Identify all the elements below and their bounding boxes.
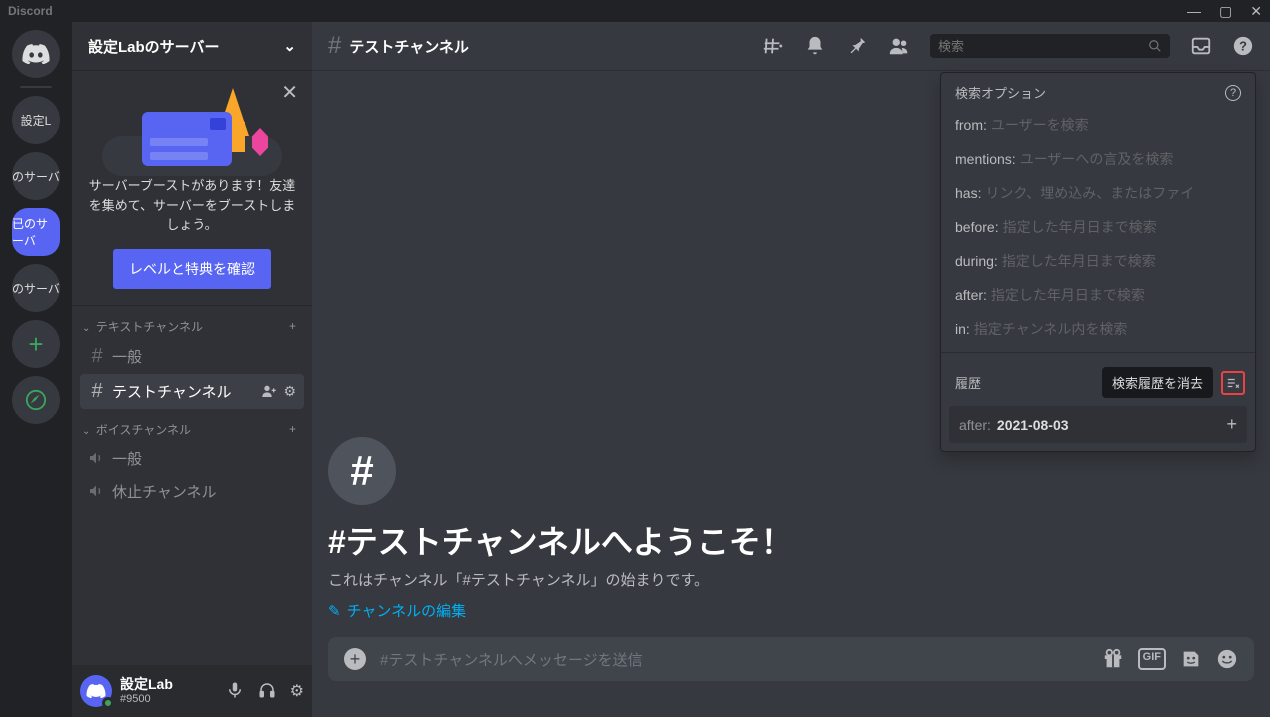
titlebar: Discord — ▢ ✕ [0,0,1270,22]
search-icon [1148,39,1162,53]
headphones-icon[interactable] [258,681,276,701]
boost-text: サーバーブーストがあります！友達を集めて、サーバーをブーストしましょう。 [88,176,296,235]
search-filter-before[interactable]: before:指定した年月日まで検索 [941,210,1255,244]
svg-text:?: ? [1239,39,1247,54]
server-header[interactable]: 設定Labのサーバー ⌄ [72,22,312,70]
channel-title: テストチャンネル [349,36,469,57]
close-icon[interactable]: ✕ [281,80,298,105]
add-history-icon[interactable]: + [1226,414,1237,435]
user-info[interactable]: 設定Lab #9500 [120,677,218,704]
channel-sidebar: 設定Labのサーバー ⌄ ✕ サーバーブーストがあります！友達を集めて、サーバー… [72,22,312,717]
hash-icon: # [88,380,106,403]
bell-icon[interactable] [804,35,826,57]
add-server-button[interactable]: + [12,320,60,368]
gift-icon[interactable] [1102,648,1124,670]
server-name: 設定Labのサーバー [88,36,220,57]
search-filter-has[interactable]: has:リンク、埋め込み、またはファイ [941,176,1255,210]
welcome-subtitle: これはチャンネル「#テストチャンネル」の始まりです。 [328,569,1254,590]
message-placeholder: #テストチャンネルへメッセージを送信 [380,649,1088,670]
message-input[interactable]: + #テストチャンネルへメッセージを送信 GIF [328,637,1254,681]
guild-item[interactable]: 設定L [12,96,60,144]
search-filter-during[interactable]: during:指定した年月日まで検索 [941,244,1255,278]
text-channels-header[interactable]: ⌄ テキストチャンネル + [80,318,304,339]
home-button[interactable] [12,30,60,78]
welcome-block: # #テストチャンネルへようこそ！ これはチャンネル「#テストチャンネル」の始ま… [328,437,1254,637]
pencil-icon: ✎ [328,602,341,620]
help-icon[interactable]: ? [1232,35,1254,57]
clear-history-tooltip: 検索履歴を消去 [1102,367,1213,398]
hash-icon: # [88,345,106,368]
inbox-icon[interactable] [1190,35,1212,57]
user-panel: 設定Lab #9500 ⚙ [72,665,312,717]
explore-button[interactable] [12,376,60,424]
maximize-button[interactable]: ▢ [1219,3,1232,20]
search-filter-after[interactable]: after:指定した年月日まで検索 [941,278,1255,312]
window-controls: — ▢ ✕ [1187,3,1262,20]
add-channel-icon[interactable]: + [289,422,296,436]
search-input[interactable] [938,39,1148,54]
chat-header: # テストチャンネル ? [312,22,1270,70]
boost-card: ✕ サーバーブーストがあります！友達を集めて、サーバーをブーストしましょう。 レ… [72,70,312,306]
invite-icon[interactable] [261,383,277,400]
hash-icon: # [328,437,396,505]
close-button[interactable]: ✕ [1250,3,1262,20]
attach-button[interactable]: + [344,648,366,670]
chevron-down-icon: ⌄ [283,37,296,55]
main-content: # テストチャンネル ? # #テストチャンネルへようこそ！ これはチャンネル「… [312,22,1270,717]
guild-item-selected[interactable]: 已のサーバ [12,208,60,256]
guild-item[interactable]: のサーバ [12,264,60,312]
guild-list: 設定L のサーバ 已のサーバ のサーバ + [0,22,72,717]
gif-button[interactable]: GIF [1138,648,1166,670]
voice-channel-item[interactable]: 一般 [80,442,304,475]
voice-channel-item[interactable]: 休止チャンネル [80,475,304,508]
voice-channels-header[interactable]: ⌄ ボイスチャンネル + [80,421,304,442]
avatar[interactable] [80,675,112,707]
history-label: 履歴 [955,373,1094,392]
divider [941,352,1255,353]
channel-item[interactable]: # 一般 [80,339,304,374]
app-name: Discord [8,4,53,18]
channel-item-selected[interactable]: # テストチャンネル ⚙ [80,374,304,409]
guild-item[interactable]: のサーバ [12,152,60,200]
speaker-icon [88,483,106,499]
threads-icon[interactable] [762,35,784,57]
search-filter-mentions[interactable]: mentions:ユーザーへの言及を検索 [941,142,1255,176]
search-history-item[interactable]: after: 2021-08-03 + [949,406,1247,443]
status-indicator [102,697,114,709]
add-channel-icon[interactable]: + [289,319,296,333]
guild-divider [20,86,52,88]
boost-button[interactable]: レベルと特典を確認 [113,249,271,289]
speaker-icon [88,450,106,466]
gear-icon[interactable]: ⚙ [290,681,304,701]
clear-history-button[interactable] [1221,371,1245,395]
search-filter-from[interactable]: from:ユーザーを検索 [941,108,1255,142]
members-icon[interactable] [888,35,910,57]
help-icon[interactable]: ? [1225,85,1241,101]
gear-icon[interactable]: ⚙ [283,383,296,400]
minimize-button[interactable]: — [1187,3,1201,20]
edit-channel-link[interactable]: ✎ チャンネルの編集 [328,600,1254,621]
hash-icon: # [328,32,341,60]
search-filter-in[interactable]: in:指定チャンネル内を検索 [941,312,1255,346]
boost-art [102,86,282,176]
emoji-icon[interactable] [1216,648,1238,670]
search-box[interactable] [930,34,1170,58]
mic-icon[interactable] [226,681,244,701]
search-options-title: 検索オプション [955,83,1046,102]
search-options-popup: 検索オプション ? from:ユーザーを検索 mentions:ユーザーへの言及… [940,72,1256,452]
sticker-icon[interactable] [1180,648,1202,670]
pin-icon[interactable] [846,35,868,57]
welcome-title: #テストチャンネルへようこそ！ [328,517,1254,563]
